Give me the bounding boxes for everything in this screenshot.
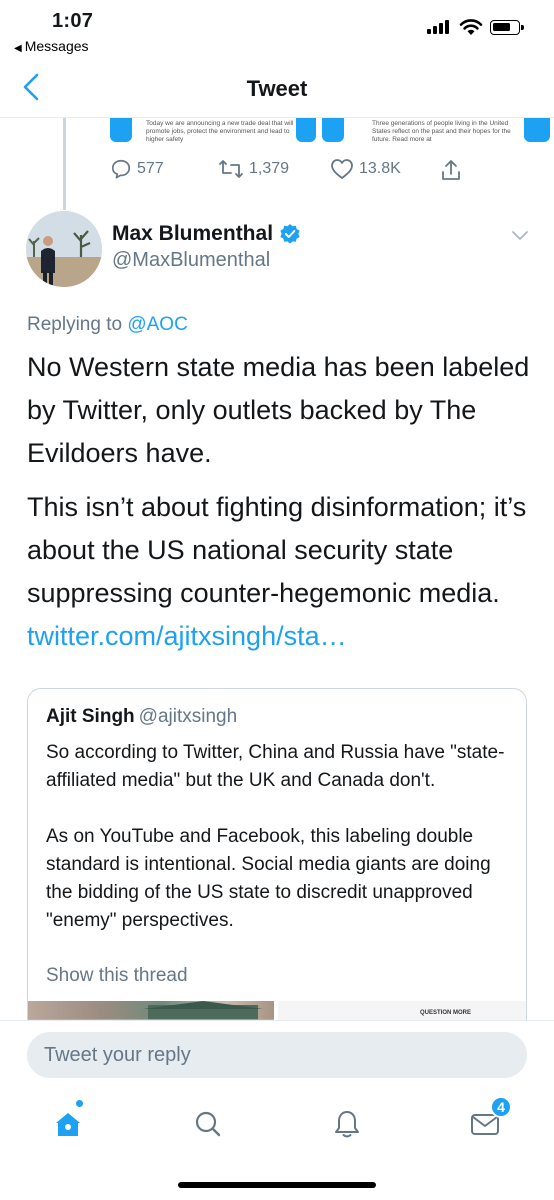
quoted-tweet-header: Ajit Singh @ajitxsingh — [46, 706, 237, 728]
previous-tweet-actions: 577 1,379 13.8K — [110, 158, 470, 186]
retweet-count: 1,379 — [249, 160, 290, 177]
author-name: Max Blumenthal — [112, 222, 274, 245]
replying-to-link[interactable]: @AOC — [127, 314, 187, 335]
nav-bar: Tweet — [0, 58, 554, 118]
tab-search[interactable] — [188, 1104, 228, 1144]
show-thread-link[interactable]: Show this thread — [46, 965, 188, 987]
quoted-media-2-text: QUESTION MORE — [420, 1010, 472, 1016]
heart-icon — [331, 159, 353, 179]
author-handle[interactable]: @MaxBlumenthal — [112, 249, 270, 272]
quoted-author-name: Ajit Singh — [46, 706, 135, 727]
page-title: Tweet — [246, 76, 308, 101]
share-action[interactable] — [440, 158, 462, 182]
search-icon — [195, 1111, 221, 1137]
tweet-paragraph-2-text: This isn’t about fighting disinformation… — [27, 492, 527, 608]
quoted-tweet-card[interactable]: Ajit Singh @ajitxsingh So according to Tw… — [27, 688, 527, 1033]
wifi-icon — [459, 19, 483, 35]
tweet-text: No Western state media has been labeled … — [27, 346, 532, 669]
avatar[interactable] — [26, 211, 102, 287]
replying-to: Replying to @AOC — [27, 314, 188, 336]
author-name-row[interactable]: Max Blumenthal — [112, 222, 301, 246]
back-to-app-link[interactable]: ◀ Messages — [14, 38, 89, 54]
media-card-edge — [110, 118, 132, 142]
retweet-action[interactable]: 1,379 — [218, 158, 289, 180]
media-card-edge — [524, 118, 550, 142]
media-card-1-text: Today we are announcing a new trade deal… — [146, 120, 294, 143]
share-icon — [442, 160, 460, 180]
status-bar: 1:07 ◀ Messages — [0, 0, 554, 58]
tweet-paragraph-1: No Western state media has been labeled … — [27, 352, 530, 468]
like-count: 13.8K — [359, 160, 401, 177]
tab-home[interactable] — [48, 1104, 88, 1144]
like-action[interactable]: 13.8K — [330, 158, 401, 180]
home-icon — [56, 1113, 80, 1136]
reply-bar: Tweet your reply — [0, 1020, 554, 1090]
bell-icon — [335, 1111, 359, 1138]
tweet-paragraph-2: This isn’t about fighting disinformation… — [27, 486, 532, 658]
previous-tweet-media[interactable]: Today we are announcing a new trade deal… — [110, 118, 550, 144]
avatar-photo — [26, 211, 102, 287]
media-card-edge — [296, 118, 316, 142]
quoted-author-handle: @ajitxsingh — [138, 706, 238, 727]
messages-badge: 4 — [490, 1096, 512, 1118]
media-card-2[interactable]: Three generations of people living in th… — [366, 118, 526, 143]
reply-action[interactable]: 577 — [110, 158, 164, 180]
media-card-1[interactable]: Today we are announcing a new trade deal… — [140, 118, 300, 143]
quoted-tweet-text: So according to Twitter, China and Russi… — [46, 739, 516, 963]
tab-notifications[interactable] — [327, 1104, 367, 1144]
replying-to-prefix: Replying to — [27, 314, 123, 335]
tweet-link[interactable]: twitter.com/ajitxsingh/sta… — [27, 621, 347, 651]
verified-badge-icon — [280, 224, 300, 244]
media-card-2-text: Three generations of people living in th… — [372, 120, 511, 143]
thread-connector-line — [63, 118, 66, 210]
status-time: 1:07 — [52, 10, 94, 32]
home-indicator[interactable] — [178, 1182, 376, 1188]
quoted-paragraph-2: As on YouTube and Facebook, this labelin… — [46, 826, 491, 931]
chevron-down-icon[interactable] — [510, 228, 530, 242]
reply-count: 577 — [137, 160, 164, 177]
reply-input[interactable]: Tweet your reply — [27, 1032, 527, 1078]
new-content-dot — [76, 1100, 83, 1107]
media-card-edge — [322, 118, 344, 142]
reply-icon — [111, 159, 131, 179]
back-triangle-icon: ◀ — [14, 43, 22, 54]
battery-icon — [490, 20, 524, 35]
quoted-paragraph-1: So according to Twitter, China and Russi… — [46, 742, 505, 791]
back-app-label: Messages — [24, 38, 89, 54]
retweet-icon — [219, 160, 243, 178]
cellular-signal-icon — [427, 20, 449, 34]
